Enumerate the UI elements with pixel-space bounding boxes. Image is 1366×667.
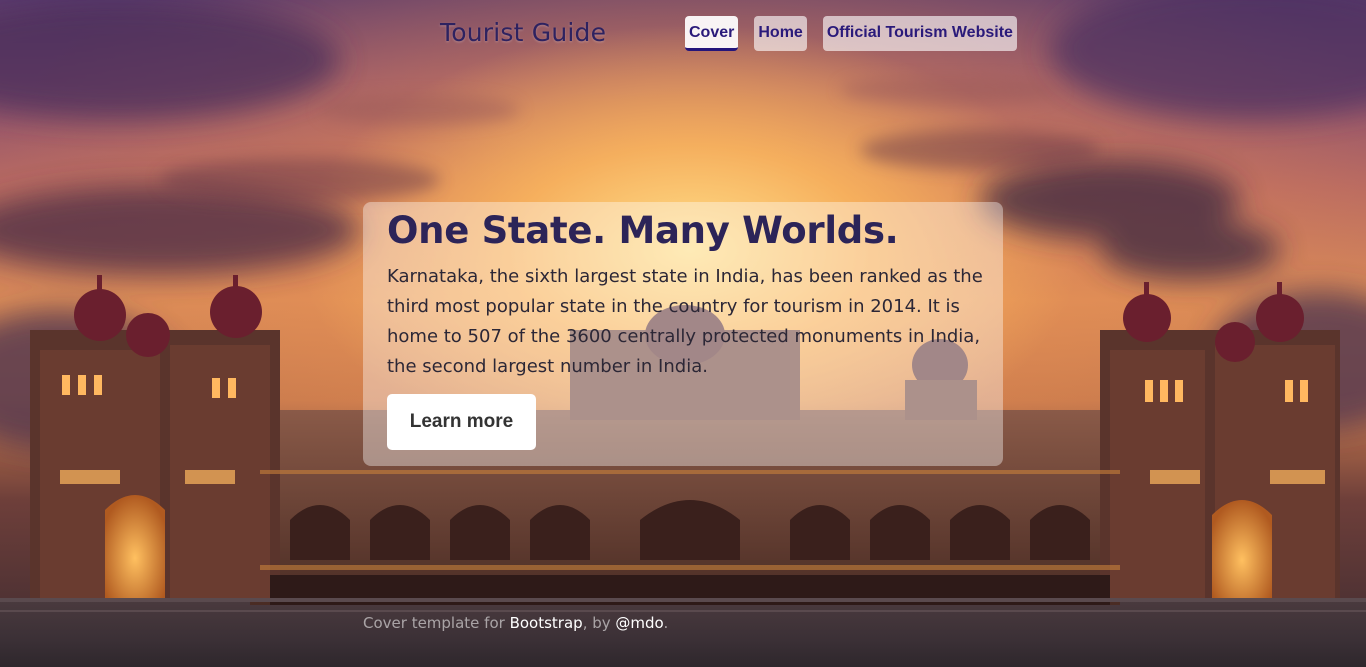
hero-description: Karnataka, the sixth largest state in In… (387, 266, 983, 377)
learn-more-button[interactable]: Learn more (387, 394, 536, 450)
page: Tourist Guide Cover Home Official Touris… (0, 0, 1366, 667)
nav-link-official-tourism-website[interactable]: Official Tourism Website (822, 16, 1017, 51)
nav-link-home[interactable]: Home (754, 16, 807, 51)
footer-credit: Cover template for Bootstrap, by @mdo. (363, 614, 668, 632)
brand-title: Tourist Guide (440, 18, 607, 47)
hero-heading: One State. Many Worlds. (387, 209, 899, 252)
nav-link-cover[interactable]: Cover (685, 16, 739, 51)
mdo-link[interactable]: @mdo (615, 614, 663, 632)
footer-prefix: Cover template for (363, 614, 510, 632)
hero-card: One State. Many Worlds. Karnataka, the s… (363, 202, 1003, 466)
bootstrap-link[interactable]: Bootstrap (510, 614, 583, 632)
footer-suffix: . (663, 614, 669, 632)
main-nav: Cover Home Official Tourism Website (685, 16, 1017, 51)
footer-middle: , by (582, 614, 616, 632)
